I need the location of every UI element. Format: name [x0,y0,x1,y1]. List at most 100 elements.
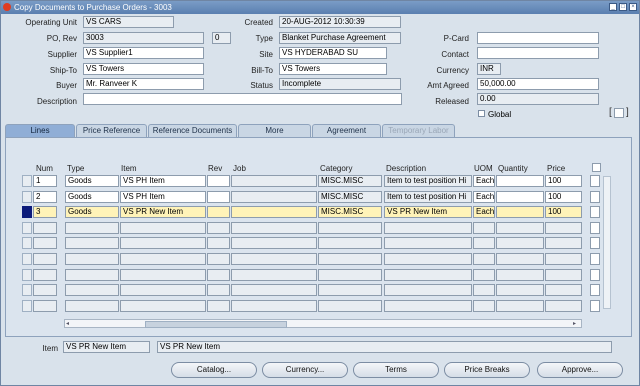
cell-rev[interactable] [207,175,230,187]
cell-job[interactable] [231,300,317,312]
cell-job[interactable] [231,206,317,218]
cell-quantity[interactable] [496,300,544,312]
cell-quantity[interactable] [496,284,544,296]
amt-agreed-field[interactable]: 50,000.00 [477,78,599,90]
cell-description[interactable] [384,237,472,249]
cell-num[interactable]: 2 [33,191,57,203]
close-icon[interactable]: × [629,3,637,11]
row-flexfield[interactable] [590,253,600,265]
scroll-left-icon[interactable]: ◂ [66,320,69,327]
cell-uom[interactable]: Each [473,191,495,203]
cell-type[interactable] [65,222,119,234]
cell-rev[interactable] [207,284,230,296]
cell-description[interactable] [384,284,472,296]
row-selector[interactable] [22,222,32,234]
bill-to-field[interactable]: VS Towers [279,63,387,75]
cell-description[interactable] [384,222,472,234]
descriptive-flexfield[interactable] [614,108,624,118]
cell-rev[interactable] [207,237,230,249]
cell-num[interactable] [33,269,57,281]
cell-price[interactable]: 100 [545,206,582,218]
cell-item[interactable]: VS PH Item [120,191,206,203]
cell-uom[interactable] [473,269,495,281]
cell-rev[interactable] [207,222,230,234]
cell-item[interactable]: VS PH Item [120,175,206,187]
po-number-field[interactable]: 3003 [83,32,204,44]
cell-quantity[interactable] [496,222,544,234]
cell-type[interactable] [65,269,119,281]
cell-category[interactable]: MISC.MISC [318,191,382,203]
row-selector[interactable] [22,191,32,203]
currency-button[interactable]: Currency... [262,362,348,378]
cell-description[interactable]: Item to test position Hi [384,175,472,187]
cell-job[interactable] [231,175,317,187]
cell-price[interactable]: 100 [545,175,582,187]
folder-column-icon[interactable] [592,163,601,172]
global-checkbox[interactable] [478,110,485,117]
cell-price[interactable] [545,300,582,312]
cell-description[interactable] [384,300,472,312]
pcard-field[interactable] [477,32,599,44]
row-selector[interactable] [22,206,32,218]
cell-rev[interactable] [207,206,230,218]
cell-quantity[interactable] [496,206,544,218]
cell-uom[interactable]: Each [473,175,495,187]
row-flexfield[interactable] [590,300,600,312]
cell-job[interactable] [231,269,317,281]
cell-quantity[interactable] [496,175,544,187]
cell-item[interactable]: VS PR New Item [120,206,206,218]
cell-type[interactable] [65,284,119,296]
approve-button[interactable]: Approve... [537,362,623,378]
cell-category[interactable] [318,222,382,234]
ship-to-field[interactable]: VS Towers [83,63,204,75]
cell-num[interactable] [33,222,57,234]
cell-type[interactable]: Goods [65,191,119,203]
released-field[interactable]: 0.00 [477,93,599,105]
cell-item[interactable] [120,237,206,249]
cell-job[interactable] [231,253,317,265]
cell-category[interactable]: MISC.MISC [318,175,382,187]
tab-reference-documents[interactable]: Reference Documents [148,124,237,137]
catalog-button[interactable]: Catalog... [171,362,257,378]
row-flexfield[interactable] [590,191,600,203]
cell-category[interactable] [318,253,382,265]
cell-num[interactable] [33,253,57,265]
cell-uom[interactable] [473,237,495,249]
cell-category[interactable] [318,300,382,312]
cell-num[interactable]: 1 [33,175,57,187]
title-bar[interactable]: Copy Documents to Purchase Orders - 3003… [1,1,639,14]
cell-job[interactable] [231,222,317,234]
row-flexfield[interactable] [590,206,600,218]
supplier-field[interactable]: VS Supplier1 [83,47,204,59]
scroll-right-icon[interactable]: ▸ [573,320,576,327]
row-flexfield[interactable] [590,175,600,187]
cell-item[interactable] [120,284,206,296]
site-field[interactable]: VS HYDERABAD SU [279,47,387,59]
row-flexfield[interactable] [590,269,600,281]
cell-item[interactable] [120,222,206,234]
scroll-thumb[interactable] [145,321,287,328]
currency-field[interactable]: INR [477,63,501,75]
cell-num[interactable] [33,237,57,249]
cell-num[interactable] [33,284,57,296]
tab-agreement[interactable]: Agreement [312,124,381,137]
buyer-field[interactable]: Mr. Ranveer K [83,78,204,90]
row-selector[interactable] [22,284,32,296]
cell-job[interactable] [231,191,317,203]
cell-category[interactable] [318,269,382,281]
cell-uom[interactable]: Each [473,206,495,218]
cell-rev[interactable] [207,300,230,312]
cell-price[interactable] [545,222,582,234]
cell-job[interactable] [231,237,317,249]
cell-description[interactable]: VS PR New Item [384,206,472,218]
tab-lines[interactable]: Lines [5,124,75,137]
cell-type[interactable]: Goods [65,175,119,187]
cell-price[interactable]: 100 [545,191,582,203]
tab-price-reference[interactable]: Price Reference [76,124,147,137]
row-selector[interactable] [22,300,32,312]
row-flexfield[interactable] [590,237,600,249]
maximize-icon[interactable]: □ [619,3,627,11]
cell-num[interactable]: 3 [33,206,57,218]
cell-category[interactable]: MISC.MISC [318,206,382,218]
type-field[interactable]: Blanket Purchase Agreement [279,32,401,44]
